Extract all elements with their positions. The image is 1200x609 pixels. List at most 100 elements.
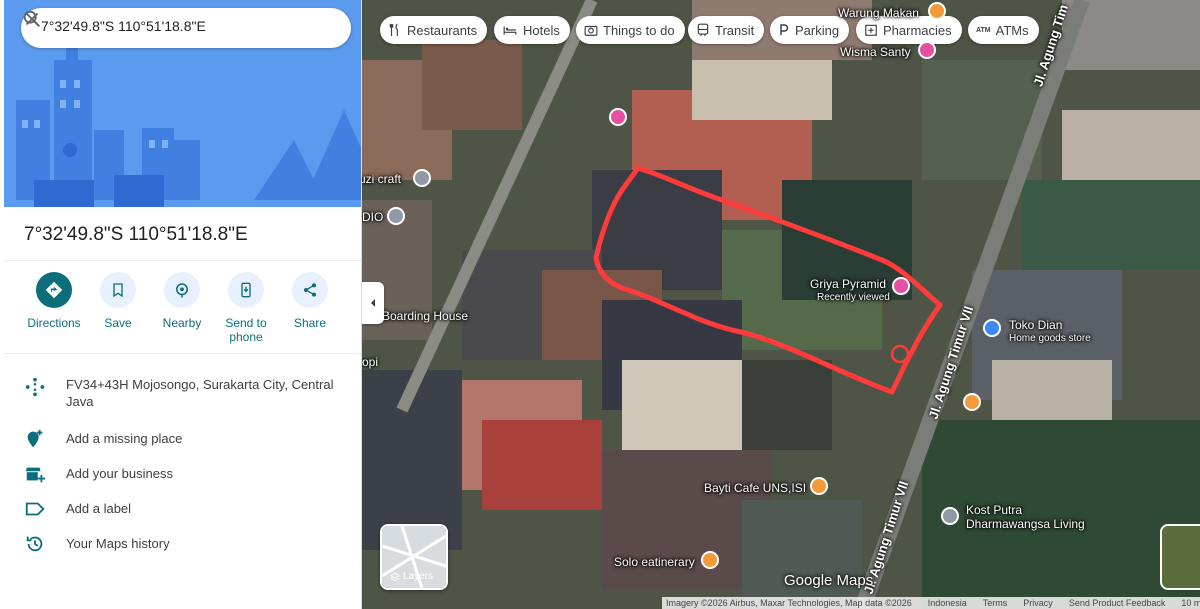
chip-things-to-do[interactable]: Things to do (576, 16, 685, 44)
privacy-link[interactable]: Privacy (1023, 598, 1053, 608)
hotel-pin-icon[interactable] (918, 41, 936, 59)
restaurant-pin-icon[interactable] (701, 551, 719, 569)
action-bar: Directions Save Nearby Send to phone Sha… (20, 272, 340, 352)
save-button[interactable]: Save (86, 272, 150, 330)
directions-label: Directions (27, 316, 81, 330)
search-input[interactable] (41, 18, 271, 34)
imagery-thumbnail[interactable] (1160, 524, 1200, 590)
terms-link[interactable]: Terms (983, 598, 1008, 608)
poi-label: uzi craft (362, 172, 402, 186)
poi-label: Dharmawangsa Living (966, 517, 1085, 531)
poi-sublabel: Home goods store (1009, 333, 1091, 344)
hotel-pin-icon[interactable] (892, 277, 910, 295)
poi-label: Solo eatinerary (614, 555, 695, 569)
phone-icon (228, 272, 264, 308)
google-maps-logo: Google Maps (784, 572, 874, 589)
chip-restaurants[interactable]: Restaurants (380, 16, 488, 44)
place-pin-icon[interactable] (387, 207, 405, 225)
poi-label: Griya Pyramid (810, 277, 887, 291)
chip-atms[interactable]: ATM ATMs (968, 16, 1039, 44)
bookmark-icon (100, 272, 136, 308)
send-to-phone-label: Send to phone (225, 316, 267, 344)
search-box[interactable] (21, 8, 351, 48)
add-business-text: Add your business (66, 466, 173, 481)
poi-label: Boarding House (382, 309, 469, 323)
plus-code-text: FV34+43H Mojosongo, Surakarta City, Cent… (66, 377, 334, 409)
hero-illustration (4, 0, 361, 207)
directions-button[interactable]: Directions (22, 272, 86, 330)
share-icon (292, 272, 328, 308)
divider (4, 353, 361, 354)
history-icon (26, 536, 43, 552)
info-list: FV34+43H Mojosongo, Surakarta City, Cent… (0, 370, 361, 562)
store-pin-icon[interactable] (983, 319, 1001, 337)
atm-icon: ATM (976, 26, 991, 34)
poi-label: Toko Dian (1009, 318, 1063, 332)
poi-sublabel: Recently viewed (817, 292, 890, 303)
share-label: Share (293, 316, 327, 330)
hotel-icon (503, 26, 517, 35)
restaurant-icon (389, 23, 398, 36)
add-label-text: Add a label (66, 501, 132, 516)
attribution-text: Imagery ©2026 Airbus, Maxar Technologies… (666, 598, 912, 608)
send-to-phone-button[interactable]: Send to phone (214, 272, 278, 344)
place-pin-icon[interactable] (941, 507, 959, 525)
chip-things-to-do-label: Things to do (603, 22, 675, 38)
feedback-link[interactable]: Send Product Feedback (1069, 598, 1166, 608)
parking-icon (780, 24, 789, 35)
layers-icon (390, 572, 400, 581)
add-label-row[interactable]: Add a label (0, 492, 361, 527)
pharmacy-icon (865, 24, 877, 36)
nearby-button[interactable]: Nearby (150, 272, 214, 330)
place-pin-icon[interactable] (413, 169, 431, 187)
add-place-icon (27, 429, 43, 448)
poi-label: DIO (362, 210, 384, 224)
cafe-pin-icon[interactable] (810, 477, 828, 495)
map-canvas[interactable]: Restaurants Hotels Things to do Transit … (362, 0, 1200, 609)
scale-label: 10 m (1181, 598, 1200, 608)
plus-code-row[interactable]: FV34+43H Mojosongo, Surakarta City, Cent… (0, 370, 361, 422)
add-missing-place-text: Add a missing place (66, 431, 183, 446)
poi-label: Wisma Santy (840, 45, 911, 59)
chip-hotels[interactable]: Hotels (494, 16, 570, 44)
chip-parking-label: Parking (795, 22, 840, 38)
camera-icon (584, 25, 598, 36)
place-title: 7°32'49.8"S 110°51'18.8"E (24, 224, 248, 245)
chip-atms-label: ATMs (995, 22, 1029, 38)
hotel-pin-icon[interactable] (609, 108, 627, 126)
maps-history-row[interactable]: Your Maps history (0, 527, 361, 562)
transit-icon (697, 23, 709, 37)
chip-parking[interactable]: Parking (770, 16, 850, 44)
restaurant-pin-icon[interactable] (963, 393, 981, 411)
poi-label: opi (362, 355, 379, 369)
collapse-panel-button[interactable] (362, 282, 384, 324)
plus-code-icon (25, 377, 45, 397)
chip-restaurants-label: Restaurants (407, 22, 478, 38)
nearby-label: Nearby (162, 316, 202, 330)
map-footer: Imagery ©2026 Airbus, Maxar Technologies… (662, 597, 1200, 609)
label-icon (25, 502, 45, 516)
chip-transit[interactable]: Transit (688, 16, 765, 44)
chip-pharmacies[interactable]: Pharmacies (856, 16, 962, 44)
add-business-row[interactable]: Add your business (0, 457, 361, 492)
restaurant-pin-icon[interactable] (928, 2, 946, 20)
region-link[interactable]: Indonesia (928, 598, 967, 608)
chip-transit-label: Transit (715, 22, 755, 38)
close-icon[interactable] (21, 8, 43, 30)
chip-hotels-label: Hotels (523, 22, 560, 38)
nearby-icon (164, 272, 200, 308)
layers-label-wrap: Layers (390, 571, 433, 582)
chip-pharmacies-label: Pharmacies (883, 22, 952, 38)
business-icon (25, 467, 46, 483)
poi-label: Bayti Cafe UNS,ISI (704, 481, 807, 495)
add-missing-place-row[interactable]: Add a missing place (0, 422, 361, 457)
poi-label: Kost Putra (966, 503, 1023, 517)
save-label: Save (104, 316, 132, 330)
layers-button[interactable]: Layers (380, 524, 448, 590)
share-button[interactable]: Share (278, 272, 342, 330)
chevron-left-icon (371, 299, 375, 307)
layers-label: Layers (403, 571, 434, 582)
poi-label: Warung Makan (838, 6, 919, 20)
divider (4, 260, 361, 261)
maps-history-text: Your Maps history (66, 536, 170, 551)
